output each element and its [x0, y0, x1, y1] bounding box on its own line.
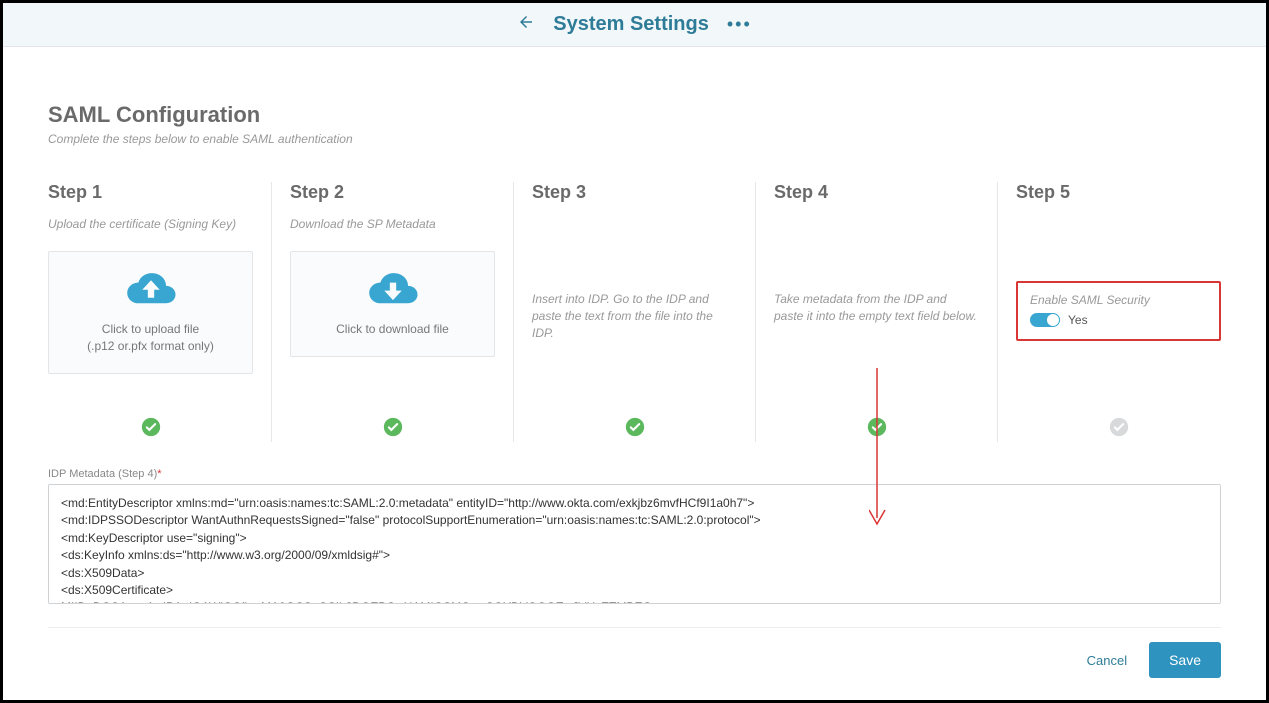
- idp-metadata-label: IDP Metadata (Step 4)*: [48, 468, 1221, 480]
- enable-saml-highlight: Enable SAML Security Yes: [1016, 281, 1221, 341]
- download-metadata-card[interactable]: Click to download file: [290, 251, 495, 357]
- step-3: Step 3 Insert into IDP. Go to the IDP an…: [514, 182, 756, 442]
- step-title: Step 5: [1016, 182, 1221, 203]
- step-instruction: Take metadata from the IDP and paste it …: [774, 291, 979, 325]
- step-subtitle: [532, 217, 737, 231]
- more-menu-icon[interactable]: •••: [727, 14, 752, 35]
- step-title: Step 3: [532, 182, 737, 203]
- step-5: Step 5 Enable SAML Security Yes: [998, 182, 1221, 442]
- page-header: System Settings •••: [3, 3, 1266, 47]
- check-circle-icon: [625, 417, 645, 442]
- step-title: Step 1: [48, 182, 253, 203]
- step-4: Step 4 Take metadata from the IDP and pa…: [756, 182, 998, 442]
- check-circle-icon: [141, 417, 161, 442]
- footer-actions: Cancel Save: [48, 627, 1221, 678]
- step-subtitle: [1016, 217, 1221, 231]
- enable-saml-toggle[interactable]: [1030, 313, 1060, 327]
- section-subheading: Complete the steps below to enable SAML …: [48, 132, 1221, 146]
- check-circle-icon: [1109, 417, 1129, 442]
- upload-card-label: Click to upload file (.p12 or.pfx format…: [87, 321, 214, 355]
- step-instruction: Insert into IDP. Go to the IDP and paste…: [532, 291, 737, 341]
- step-title: Step 2: [290, 182, 495, 203]
- upload-certificate-card[interactable]: Click to upload file (.p12 or.pfx format…: [48, 251, 253, 374]
- check-circle-icon: [867, 417, 887, 442]
- save-button[interactable]: Save: [1149, 642, 1221, 678]
- enable-saml-value: Yes: [1068, 313, 1088, 327]
- step-2: Step 2 Download the SP Metadata Click to…: [272, 182, 514, 442]
- download-card-label: Click to download file: [336, 321, 449, 338]
- cloud-download-icon: [367, 270, 419, 313]
- step-subtitle: [774, 217, 979, 231]
- back-arrow-icon[interactable]: [517, 13, 535, 37]
- steps-row: Step 1 Upload the certificate (Signing K…: [48, 182, 1221, 442]
- enable-saml-label: Enable SAML Security: [1030, 293, 1207, 307]
- page-title: System Settings: [553, 13, 709, 36]
- cloud-upload-icon: [125, 270, 177, 313]
- section-heading: SAML Configuration: [48, 102, 1221, 128]
- step-subtitle: Download the SP Metadata: [290, 217, 495, 231]
- idp-metadata-textarea[interactable]: [48, 484, 1221, 604]
- step-title: Step 4: [774, 182, 979, 203]
- cancel-button[interactable]: Cancel: [1077, 645, 1137, 676]
- step-subtitle: Upload the certificate (Signing Key): [48, 217, 253, 231]
- check-circle-icon: [383, 417, 403, 442]
- step-1: Step 1 Upload the certificate (Signing K…: [48, 182, 272, 442]
